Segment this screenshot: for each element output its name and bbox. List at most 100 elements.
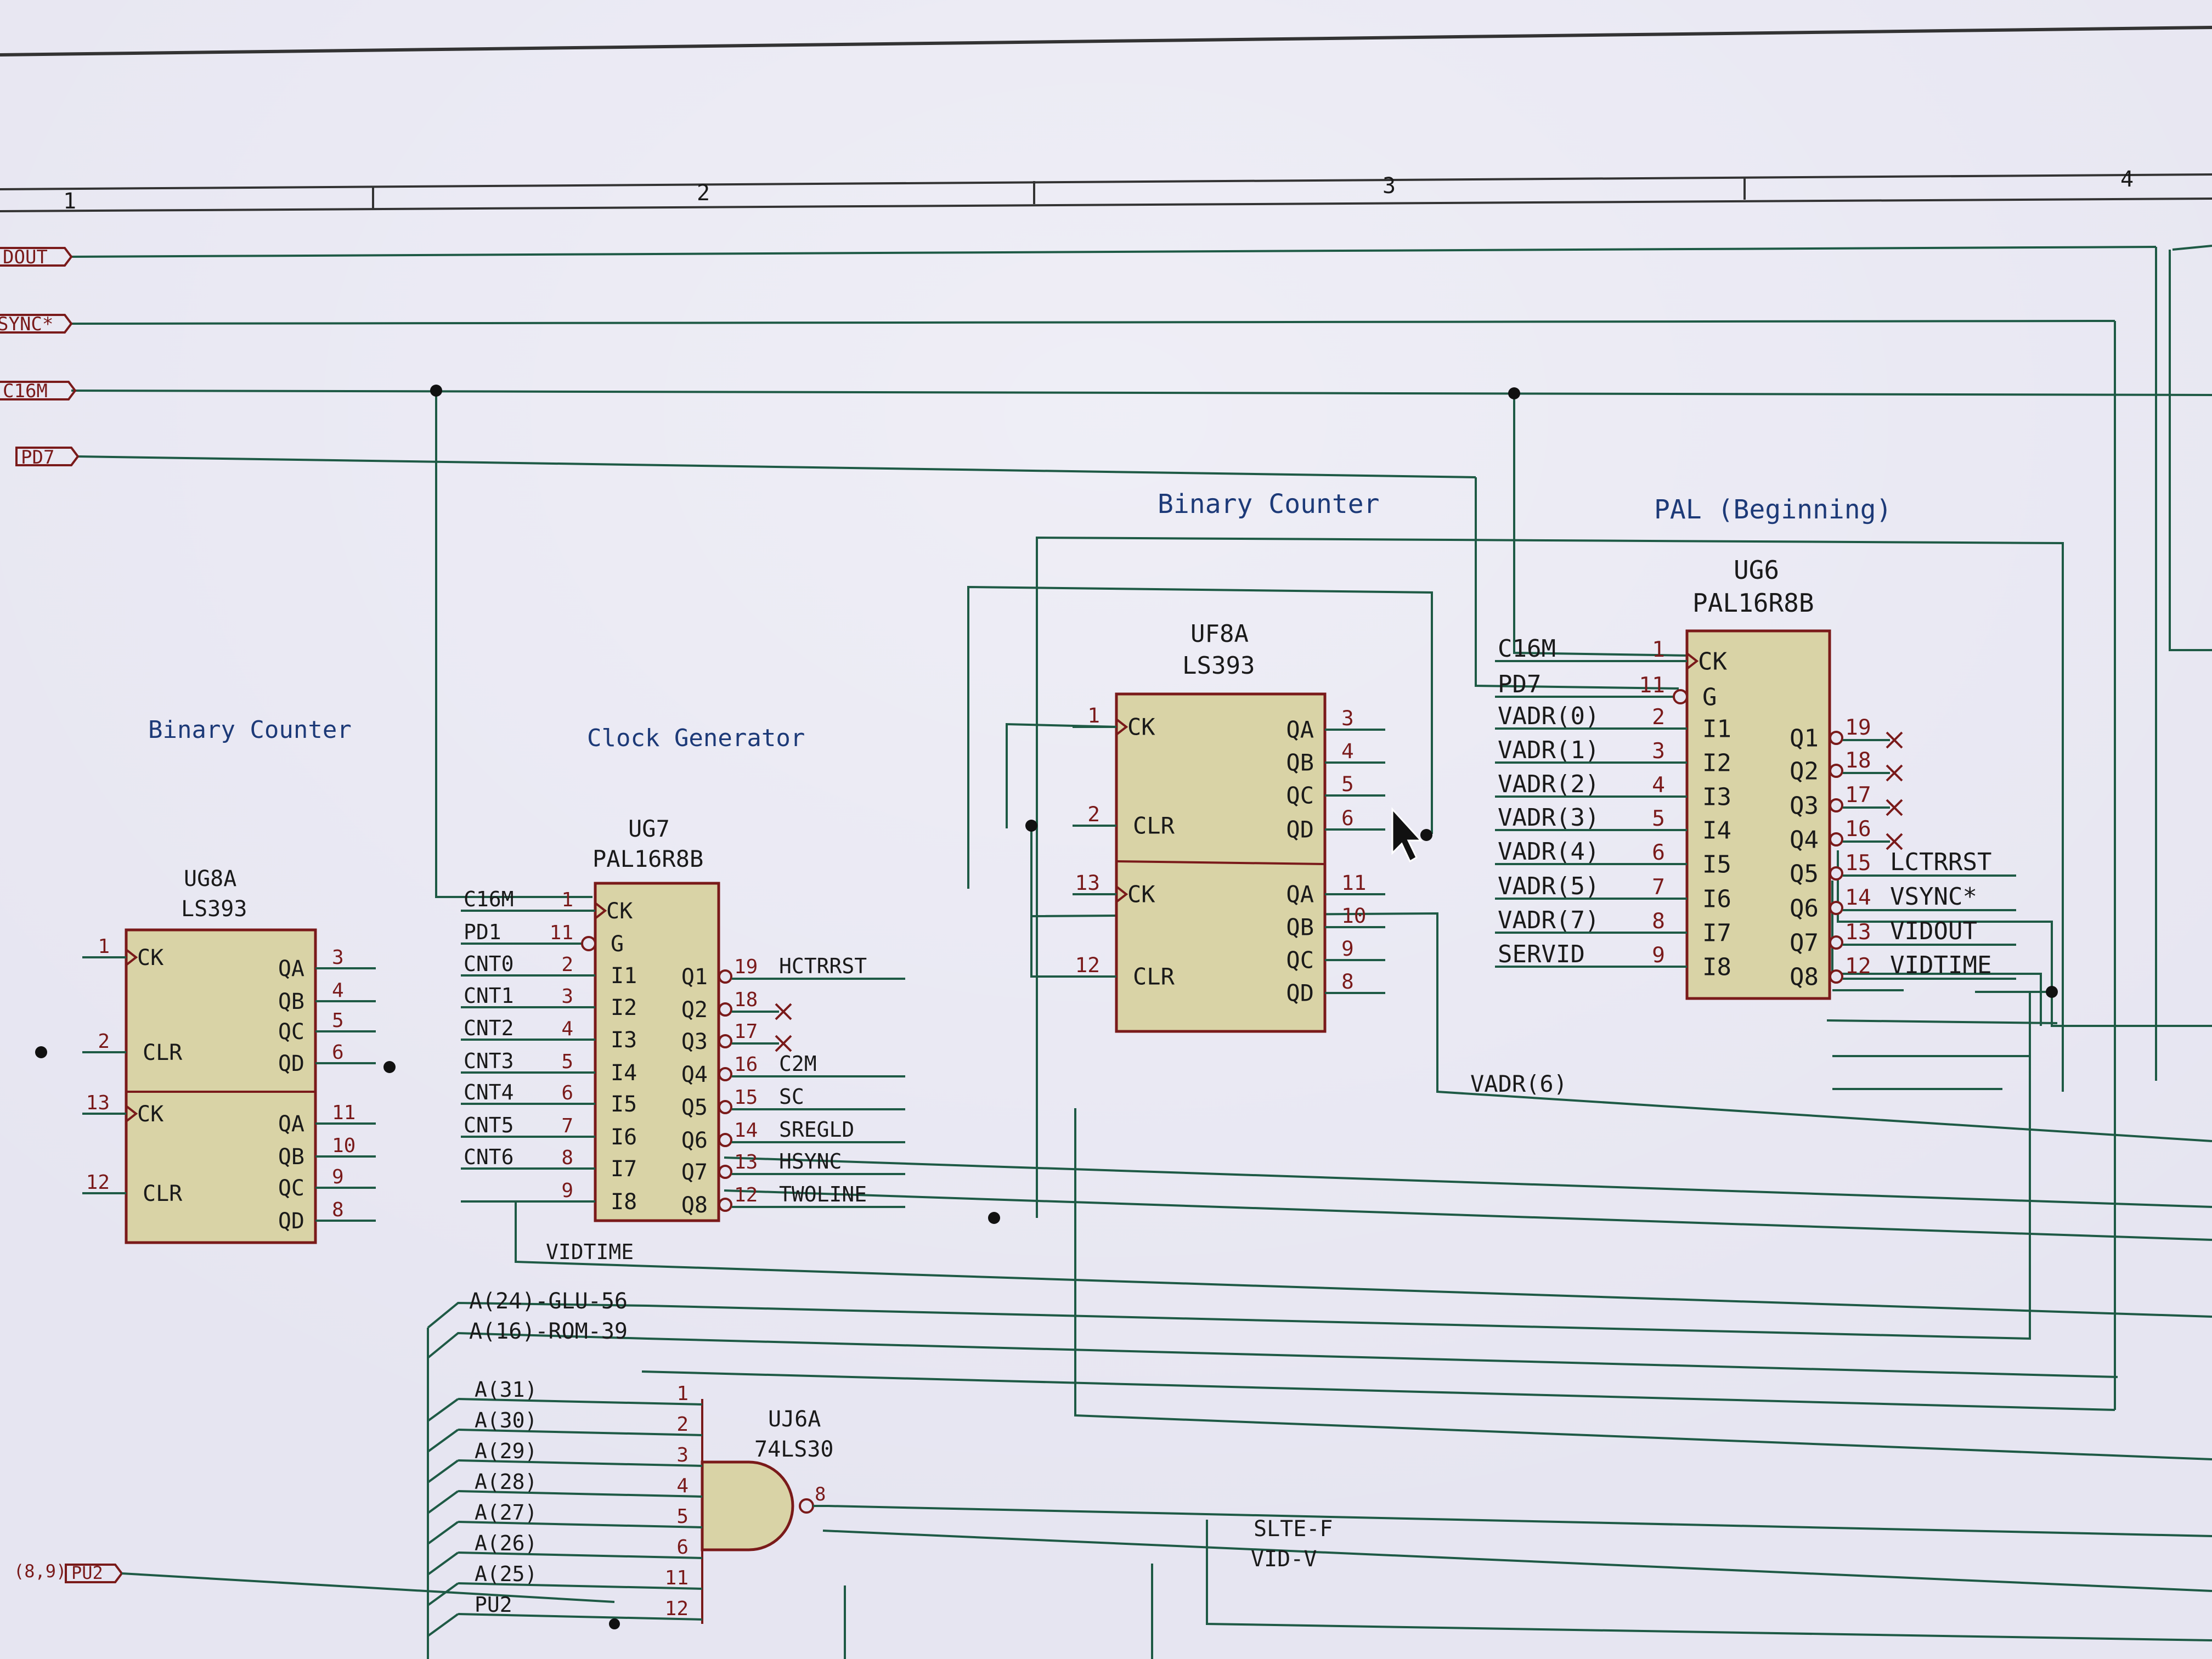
ug7-pin-left-name: I6 [611, 1125, 637, 1150]
ug7-output-bubble [718, 1034, 732, 1048]
ug7-pin-left-net: CNT4 [464, 1080, 514, 1104]
ug6-output-bubble [1829, 798, 1843, 812]
ug7-pin-left-net: CNT3 [464, 1049, 514, 1073]
uf8a-pin-left-name: CLR [1133, 812, 1175, 839]
ug7-part: PAL16R8B [592, 845, 703, 872]
uj6a-part: 74LS30 [754, 1437, 834, 1462]
ug6-pin-left-name: CK [1698, 647, 1727, 675]
uf8a-pin-left-num: 13 [1075, 871, 1100, 895]
ug7-pin-left-net: CNT6 [464, 1145, 514, 1169]
uf8a-pin-left-num: 12 [1075, 953, 1100, 977]
uf8a-pin-right-num: 9 [1341, 936, 1354, 961]
ug7-output-bubble [718, 1133, 732, 1147]
ug6-pin-right-num: 15 [1845, 850, 1871, 876]
ug7-pin-right-net: C2M [779, 1052, 817, 1076]
column-number-3: 3 [1383, 173, 1396, 199]
ug7-pin-left-num: 4 [561, 1018, 573, 1040]
ug7-pin-right-num: 15 [734, 1086, 758, 1109]
ug7-pin-right-name: Q7 [681, 1160, 708, 1185]
uj6a-input-net: A(31) [475, 1378, 537, 1402]
ug6-pin-right-num: 19 [1845, 715, 1871, 740]
ug7-output-bubble [718, 1067, 732, 1081]
ug7-pin-right-num: 18 [734, 989, 758, 1011]
ug6-pin-right-net: VIDTIME [1890, 951, 1991, 979]
uf8a-pin-right-name: QB [1286, 749, 1314, 776]
ug6-pin-right-num: 18 [1845, 748, 1871, 773]
ug8a-pin-right-num: 8 [332, 1199, 344, 1221]
uf8a-ref: UF8A [1190, 620, 1249, 648]
ug6-pin-right-name: Q3 [1790, 792, 1819, 820]
uj6a-input-net: A(27) [475, 1500, 537, 1525]
ug7-ref: UG7 [628, 815, 670, 842]
ug6-pin-left-num: 6 [1652, 840, 1665, 865]
ug8a-pin-right-num: 3 [332, 946, 344, 969]
ug6-pin-left-net: PD7 [1498, 670, 1541, 698]
bus-label-a24: A(24)-GLU-56 [469, 1289, 628, 1314]
ug6-pin-left-num: 4 [1652, 772, 1665, 798]
uj6a-input-net: A(29) [475, 1439, 537, 1463]
port-label-pd7: PD7 [21, 447, 54, 469]
ug8a-pin-right-num: 11 [332, 1102, 356, 1124]
ug7-pin-left-num: 9 [561, 1180, 573, 1202]
ug6-pin-left-name: I2 [1702, 749, 1731, 777]
uf8a-pin-left-num: 1 [1087, 703, 1100, 727]
port-label-dout: DOUT [3, 246, 48, 268]
ug7-pin-left-name: I7 [611, 1156, 637, 1182]
ug7-pin-right-num: 19 [734, 956, 758, 978]
ug6-pin-left-name: I1 [1702, 715, 1731, 743]
ug7-pin-right-num: 13 [734, 1151, 758, 1173]
ug6-pin-right-num: 13 [1845, 919, 1871, 945]
ug7-pin-left-num: 1 [561, 889, 573, 911]
ug7-pin-left-net: CNT0 [464, 952, 514, 976]
uj6a-input-num: 12 [665, 1598, 689, 1620]
uf8a-pin-left-num: 2 [1087, 802, 1100, 826]
uf8a-pin-right-num: 8 [1341, 969, 1354, 994]
title-clock-generator: Clock Generator [587, 724, 805, 752]
ug7-pin-left-net: CNT1 [464, 984, 514, 1008]
uj6a-input-net: PU2 [475, 1593, 512, 1617]
uf8a-pin-right-name: QC [1286, 947, 1314, 974]
ug8a-pin-right-num: 10 [332, 1135, 356, 1157]
port-prefix-pu2: (8,9) [14, 1561, 66, 1582]
ug6-pin-left-net: VADR(2) [1498, 770, 1599, 798]
ug8a-pin-left-name: CK [137, 945, 163, 970]
ug7-pin-right-net: TWOLINE [779, 1182, 867, 1206]
ug6-pin-right-net: VIDOUT [1890, 917, 1977, 945]
ug8a-pin-right-name: QA [278, 956, 304, 981]
ug8a-pin-right-name: QB [278, 989, 304, 1014]
ug6-pin-right-num: 17 [1845, 782, 1871, 808]
column-number-4: 4 [2120, 167, 2134, 192]
ug7-pin-left-name: I5 [611, 1092, 637, 1117]
uf8a-pin-right-name: QB [1286, 914, 1314, 941]
ug7-pin-left-net: CNT5 [464, 1113, 514, 1137]
ug7-pin-right-name: Q8 [681, 1193, 708, 1218]
ug8a-pin-right-num: 5 [332, 1009, 344, 1032]
uf8a-pin-right-num: 4 [1341, 739, 1354, 763]
ug6-output-bubble [1829, 764, 1843, 778]
ug6-pin-left-num: 1 [1652, 637, 1665, 662]
ug6-pin-left-net: VADR(1) [1498, 736, 1599, 764]
uj6a-input-num: 11 [665, 1567, 689, 1589]
ug6-pin-left-name: G [1702, 683, 1717, 711]
ug6-pin-left-net: VADR(5) [1498, 872, 1599, 900]
ug8a-pin-left-num: 2 [98, 1030, 110, 1053]
ug8a-pin-right-num: 6 [332, 1041, 344, 1064]
ug6-pin-right-net: VSYNC* [1890, 883, 1977, 911]
ug6-pin-left-net: VADR(4) [1498, 838, 1599, 866]
ug6-pin-left-num: 8 [1652, 909, 1665, 934]
uf8a-pin-left-name: CK [1127, 881, 1155, 908]
ug7-pin-right-name: Q5 [681, 1095, 708, 1120]
ug6-pin-left-name: I7 [1702, 919, 1731, 947]
ug6-pin-right-name: Q5 [1790, 860, 1819, 888]
ug7-pin-right-net: HCTRRST [779, 954, 867, 978]
uj6a-input-net: A(28) [475, 1470, 537, 1494]
ug6-pin-left-name: I8 [1702, 953, 1731, 981]
title-binary-counter-left: Binary Counter [148, 716, 352, 744]
ug7-pin-left-name: I3 [611, 1028, 637, 1053]
ug6-pin-left-net: VADR(3) [1498, 804, 1599, 832]
ug6-output-bubble [1829, 901, 1843, 915]
ug8a-pin-right-num: 4 [332, 979, 344, 1002]
ug8a-pin-right-num: 9 [332, 1166, 344, 1188]
uf8a-pin-right-name: QA [1286, 716, 1314, 743]
uf8a-pin-right-num: 10 [1341, 904, 1367, 928]
